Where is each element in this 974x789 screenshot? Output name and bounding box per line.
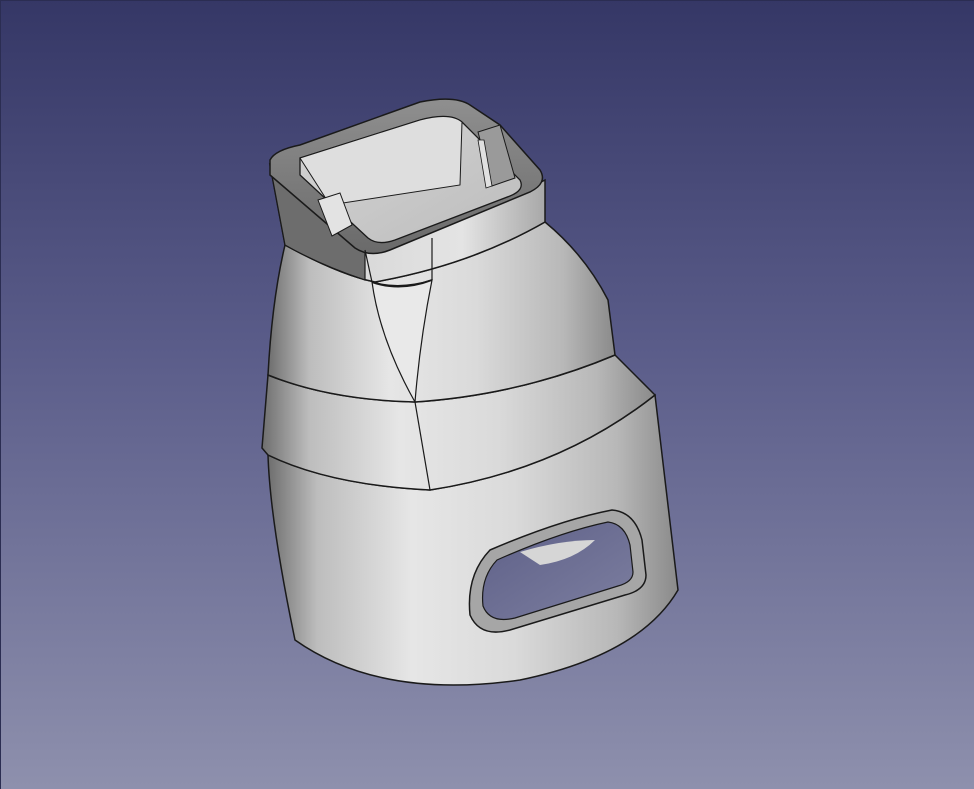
3d-model-view[interactable]	[0, 0, 974, 789]
3d-viewport[interactable]	[0, 0, 974, 789]
